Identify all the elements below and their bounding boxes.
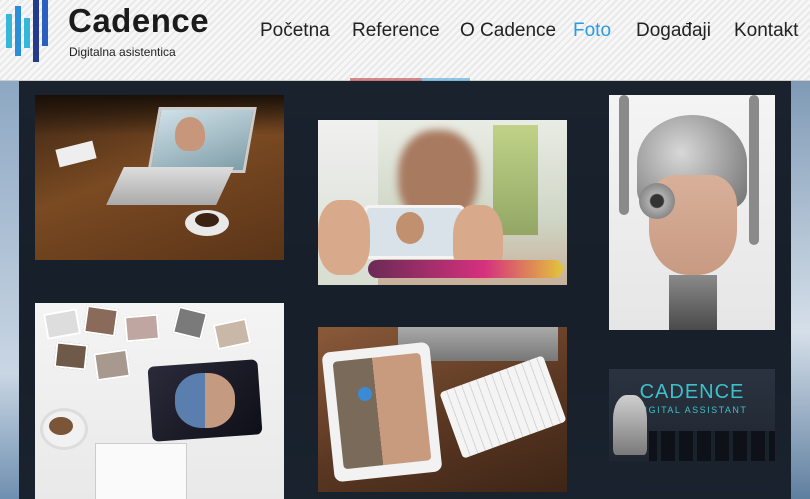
background-sky-right [791, 80, 810, 499]
face-shape [175, 117, 205, 151]
robot-eye-lens-shape [639, 183, 675, 219]
brand-tagline: Digitalna asistentica [69, 45, 176, 59]
gallery-thumb-phone-video-call[interactable] [318, 120, 567, 285]
header-accent-line [350, 78, 470, 81]
city-skyline-shape [649, 431, 775, 461]
nav-item-kontakt[interactable]: Kontakt [734, 20, 798, 42]
nav-item-o-cadence[interactable]: O Cadence [460, 20, 556, 42]
gallery-thumb-laptop-video-call[interactable] [35, 95, 284, 260]
nav-item-pocetna[interactable]: Početna [260, 20, 330, 42]
main-nav: Početna Reference O Cadence Foto Događaj… [0, 20, 810, 44]
nav-item-reference[interactable]: Reference [352, 20, 440, 42]
robot-figure-shape [613, 395, 647, 455]
gallery-thumb-cadence-logo-card[interactable]: CADENCE DIGITAL ASSISTANT [609, 369, 775, 461]
nav-item-foto[interactable]: Foto [573, 20, 611, 42]
notebook-shape [55, 140, 97, 168]
keyboard-shape [439, 355, 567, 459]
background-sky-left [0, 80, 19, 499]
site-header: Cadence Digitalna asistentica Početna Re… [0, 0, 810, 81]
robot-neck-shape [669, 275, 717, 330]
notebook-shape [95, 443, 187, 499]
gallery-thumb-robot-head-portrait[interactable] [609, 95, 775, 330]
laptop-keyboard-shape [106, 167, 234, 205]
gallery-thumb-tablet-keyboard-desk[interactable] [318, 327, 567, 492]
nav-item-dogadaji[interactable]: Događaji [636, 20, 711, 42]
gallery-thumb-photos-tablet-desk[interactable] [35, 303, 284, 499]
hand-left-shape [318, 200, 370, 275]
